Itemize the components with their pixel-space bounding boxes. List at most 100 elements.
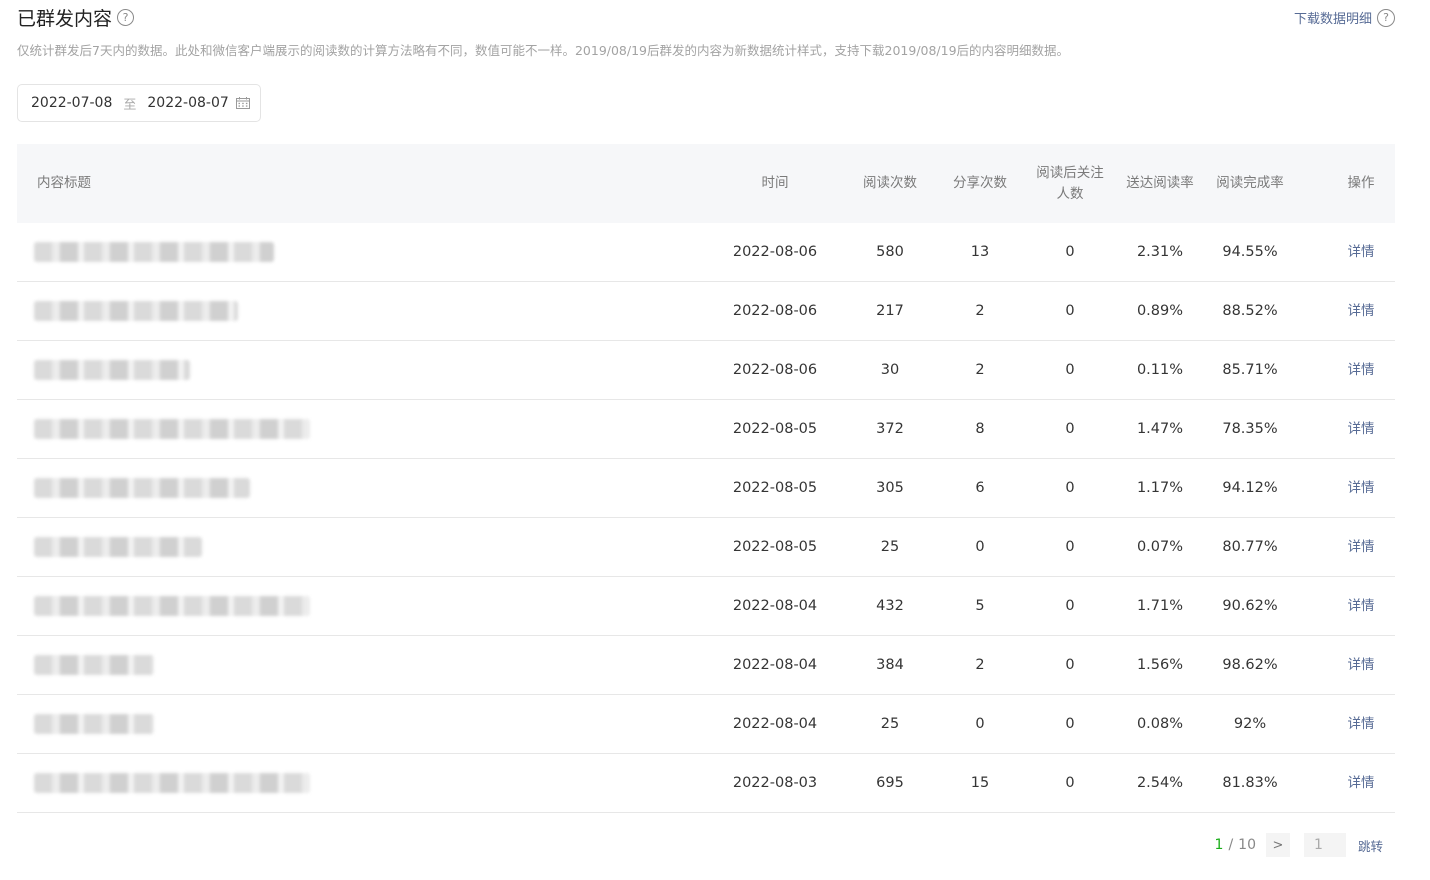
- row-detail-link[interactable]: 详情: [1331, 223, 1391, 281]
- col-header-follows: 阅读后关注人数: [1036, 164, 1104, 202]
- row-detail-link[interactable]: 详情: [1331, 459, 1391, 517]
- row-shares: 0: [975, 716, 985, 732]
- date-range-picker[interactable]: 2022-07-08 至 2022-08-07: [17, 84, 261, 122]
- row-completion: 90.62%: [1222, 598, 1278, 614]
- row-completion: 85.71%: [1222, 362, 1278, 378]
- row-completion: 80.77%: [1222, 539, 1278, 555]
- row-detail-link[interactable]: 详情: [1331, 400, 1391, 458]
- row-follows: 0: [1065, 244, 1075, 260]
- row-read-rate: 1.71%: [1136, 598, 1184, 614]
- row-reads: 695: [876, 775, 904, 791]
- row-read-rate: 1.17%: [1136, 480, 1184, 496]
- row-shares: 2: [975, 362, 985, 378]
- download-details-label[interactable]: 下载数据明细: [1294, 8, 1372, 27]
- row-completion: 81.83%: [1222, 775, 1278, 791]
- calendar-icon[interactable]: [236, 97, 250, 109]
- date-end[interactable]: 2022-08-07: [147, 95, 228, 111]
- row-completion: 94.55%: [1222, 244, 1278, 260]
- row-title-blurred[interactable]: [34, 242, 274, 262]
- row-read-rate: 2.54%: [1136, 775, 1184, 791]
- content-table: 内容标题 时间 阅读次数 分享次数 阅读后关注人数 送达阅读率 阅读完成率 操作…: [17, 144, 1395, 813]
- row-read-rate: 0.11%: [1136, 362, 1184, 378]
- row-completion: 92%: [1233, 716, 1267, 732]
- row-shares: 2: [975, 303, 985, 319]
- col-header-title: 内容标题: [37, 175, 91, 191]
- row-completion: 98.62%: [1222, 657, 1278, 673]
- table-row: 2022-08-06 30 2 0 0.11% 85.71% 详情: [17, 341, 1395, 400]
- row-title-blurred[interactable]: [34, 773, 310, 793]
- row-time: 2022-08-05: [732, 421, 818, 437]
- row-detail-link[interactable]: 详情: [1331, 282, 1391, 340]
- row-shares: 2: [975, 657, 985, 673]
- row-shares: 8: [975, 421, 985, 437]
- row-follows: 0: [1065, 362, 1075, 378]
- row-time: 2022-08-05: [732, 539, 818, 555]
- question-circle-icon[interactable]: ?: [117, 9, 135, 26]
- table-row: 2022-08-04 432 5 0 1.71% 90.62% 详情: [17, 577, 1395, 636]
- row-shares: 0: [975, 539, 985, 555]
- page-title: 已群发内容 ?: [17, 4, 135, 31]
- row-detail-link[interactable]: 详情: [1331, 695, 1391, 753]
- col-header-read-rate: 送达阅读率: [1126, 175, 1194, 191]
- chevron-right-icon: >: [1272, 837, 1284, 853]
- row-shares: 5: [975, 598, 985, 614]
- row-follows: 0: [1065, 303, 1075, 319]
- row-time: 2022-08-06: [732, 362, 818, 378]
- row-follows: 0: [1065, 716, 1075, 732]
- col-header-action: 操作: [1347, 175, 1375, 191]
- row-shares: 6: [975, 480, 985, 496]
- download-details-link[interactable]: 下载数据明细 ?: [1294, 8, 1395, 27]
- row-title-blurred[interactable]: [34, 478, 250, 498]
- row-time: 2022-08-03: [732, 775, 818, 791]
- row-reads: 384: [876, 657, 904, 673]
- row-reads: 432: [876, 598, 904, 614]
- table-row: 2022-08-05 25 0 0 0.07% 80.77% 详情: [17, 518, 1395, 577]
- row-reads: 25: [880, 716, 900, 732]
- question-circle-icon[interactable]: ?: [1377, 8, 1395, 27]
- row-follows: 0: [1065, 775, 1075, 791]
- total-pages: 10: [1238, 837, 1256, 853]
- row-follows: 0: [1065, 421, 1075, 437]
- page-title-text: 已群发内容: [17, 8, 113, 30]
- pagination: 1 / 10 > 跳转: [1215, 833, 1383, 857]
- row-time: 2022-08-05: [732, 480, 818, 496]
- col-header-reads: 阅读次数: [863, 175, 917, 191]
- row-title-blurred[interactable]: [34, 419, 310, 439]
- row-title-blurred[interactable]: [34, 360, 190, 380]
- row-time: 2022-08-06: [732, 244, 818, 260]
- table-body: 2022-08-06 580 13 0 2.31% 94.55% 详情 2022-08-06 2…: [17, 223, 1395, 813]
- row-title-blurred[interactable]: [34, 655, 154, 675]
- page-jump-button[interactable]: 跳转: [1358, 836, 1383, 855]
- row-title-blurred[interactable]: [34, 714, 154, 734]
- row-time: 2022-08-06: [732, 303, 818, 319]
- table-header: 内容标题 时间 阅读次数 分享次数 阅读后关注人数 送达阅读率 阅读完成率 操作: [17, 144, 1395, 223]
- row-follows: 0: [1065, 598, 1075, 614]
- row-detail-link[interactable]: 详情: [1331, 577, 1391, 635]
- row-title-blurred[interactable]: [34, 596, 310, 616]
- table-row: 2022-08-04 25 0 0 0.08% 92% 详情: [17, 695, 1395, 754]
- row-time: 2022-08-04: [732, 657, 818, 673]
- date-start[interactable]: 2022-07-08: [31, 95, 112, 111]
- page-separator: /: [1228, 837, 1234, 853]
- row-time: 2022-08-04: [732, 716, 818, 732]
- row-reads: 30: [880, 362, 900, 378]
- row-detail-link[interactable]: 详情: [1331, 754, 1391, 812]
- row-detail-link[interactable]: 详情: [1331, 518, 1391, 576]
- page-jump-input[interactable]: [1303, 833, 1346, 857]
- next-page-button[interactable]: >: [1265, 833, 1290, 857]
- row-reads: 25: [880, 539, 900, 555]
- row-read-rate: 1.56%: [1136, 657, 1184, 673]
- row-completion: 94.12%: [1222, 480, 1278, 496]
- row-completion: 78.35%: [1222, 421, 1278, 437]
- row-title-blurred[interactable]: [34, 537, 202, 557]
- row-title-blurred[interactable]: [34, 301, 238, 321]
- row-shares: 15: [970, 775, 990, 791]
- row-detail-link[interactable]: 详情: [1331, 341, 1391, 399]
- row-read-rate: 2.31%: [1136, 244, 1184, 260]
- row-detail-link[interactable]: 详情: [1331, 636, 1391, 694]
- date-separator: 至: [123, 97, 137, 113]
- table-row: 2022-08-05 372 8 0 1.47% 78.35% 详情: [17, 400, 1395, 459]
- col-header-completion: 阅读完成率: [1216, 175, 1284, 191]
- row-reads: 580: [876, 244, 904, 260]
- col-header-shares: 分享次数: [953, 175, 1007, 191]
